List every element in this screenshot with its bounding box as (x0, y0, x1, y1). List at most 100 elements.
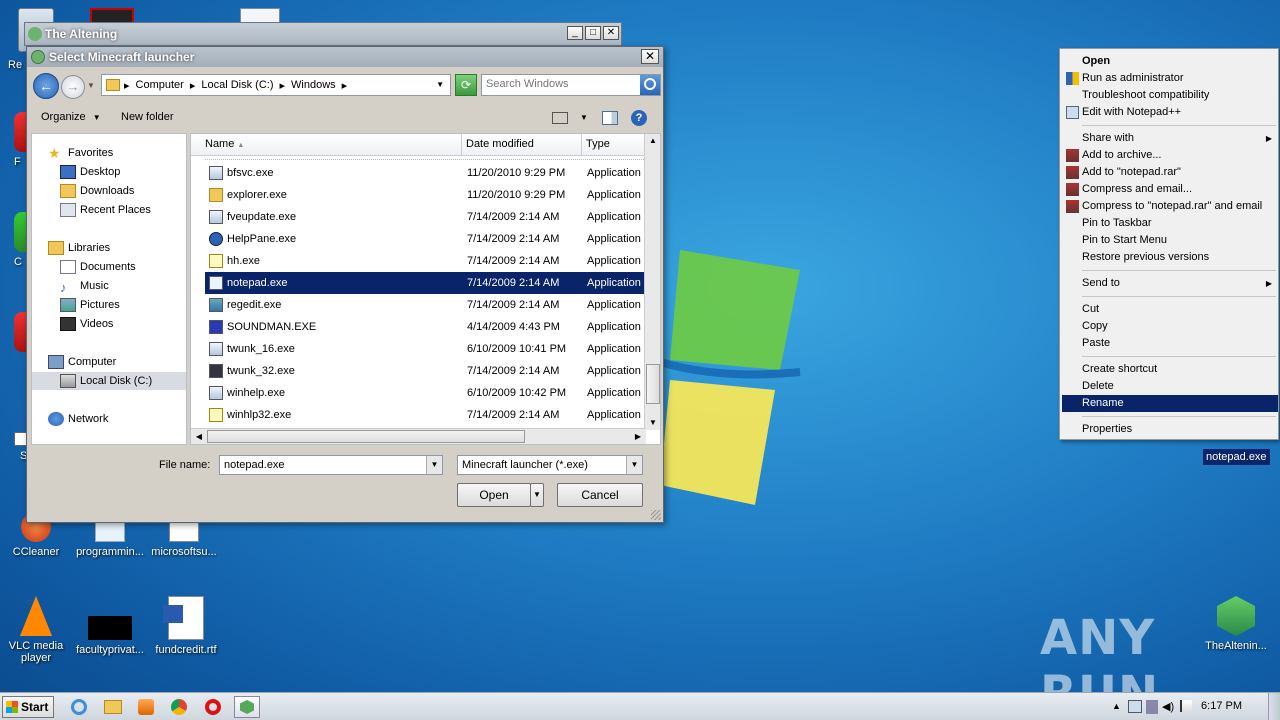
minimize-button[interactable]: _ (567, 26, 583, 40)
ie-icon[interactable] (66, 696, 92, 718)
address-dropdown-icon[interactable]: ▼ (436, 80, 444, 89)
resize-grip-icon[interactable] (651, 510, 661, 520)
start-button[interactable]: Start (2, 696, 54, 718)
nav-documents[interactable]: Documents (60, 258, 136, 276)
file-row[interactable]: winhelp.exe 6/10/2009 10:42 PM Application (205, 382, 646, 404)
menu-item-compress-rar-email[interactable]: Compress to "notepad.rar" and email (1062, 198, 1278, 215)
desktop-icon-vlc[interactable]: VLC media player (0, 596, 74, 664)
desktop-icon-fundcredit[interactable]: fundcredit.rtf (148, 596, 224, 656)
scroll-down-icon[interactable]: ▼ (646, 416, 660, 430)
menu-item-cut[interactable]: Cut (1062, 301, 1278, 318)
file-row[interactable]: fveupdate.exe 7/14/2009 2:14 AM Applicatio… (205, 206, 646, 228)
scrollbar-thumb[interactable] (646, 364, 660, 404)
nav-music[interactable]: ♪ Music (60, 277, 109, 295)
menu-item-edit-notepadpp[interactable]: Edit with Notepad++ (1062, 104, 1278, 121)
help-icon[interactable]: ? (631, 110, 647, 126)
file-row[interactable]: twunk_32.exe 7/14/2009 2:14 AM Application (205, 360, 646, 382)
opera-icon[interactable] (200, 696, 226, 718)
explorer-icon[interactable] (100, 696, 126, 718)
scroll-right-icon[interactable]: ▶ (631, 430, 645, 444)
scroll-up-icon[interactable]: ▲ (646, 134, 660, 148)
menu-item-compress-email[interactable]: Compress and email... (1062, 181, 1278, 198)
forward-button[interactable]: → (61, 75, 85, 99)
file-name-input[interactable]: notepad.exe (219, 455, 443, 475)
close-icon[interactable]: ✕ (641, 49, 659, 64)
menu-item-run-as-admin[interactable]: Run as administrator (1062, 70, 1278, 87)
show-hidden-icons-icon[interactable]: ▲ (1112, 701, 1121, 711)
menu-item-rename[interactable]: Rename (1062, 395, 1278, 412)
nav-favorites[interactable]: ★ Favorites (48, 144, 113, 162)
scrollbar-thumb[interactable] (207, 430, 525, 443)
menu-item-add-to-archive[interactable]: Add to archive... (1062, 147, 1278, 164)
menu-item-send-to[interactable]: Send to ▶ (1062, 275, 1278, 292)
action-center-flag-icon[interactable] (1180, 700, 1192, 712)
menu-item-paste[interactable]: Paste (1062, 335, 1278, 352)
breadcrumb-separator[interactable]: ▸ (342, 79, 348, 92)
menu-item-properties[interactable]: Properties (1062, 421, 1278, 438)
recent-pages-dropdown[interactable]: ▼ (87, 81, 95, 90)
search-box[interactable] (481, 74, 661, 96)
nav-network[interactable]: Network (48, 410, 108, 428)
file-name-dropdown-icon[interactable]: ▼ (426, 456, 442, 474)
show-desktop-button[interactable] (1268, 693, 1280, 720)
cancel-button[interactable]: Cancel (557, 483, 643, 507)
nav-computer[interactable]: Computer (48, 353, 116, 371)
preview-pane-icon[interactable] (602, 111, 618, 125)
maximize-button[interactable]: □ (585, 26, 601, 40)
file-type-select[interactable]: Minecraft launcher (*.exe) (457, 455, 643, 475)
refresh-button[interactable]: ⟳ (455, 74, 477, 96)
breadcrumb-computer[interactable]: Computer (136, 79, 184, 92)
scroll-left-icon[interactable]: ◀ (192, 430, 206, 444)
file-row[interactable]: explorer.exe 11/20/2010 9:29 PM Applicatio… (205, 184, 646, 206)
menu-item-create-shortcut[interactable]: Create shortcut (1062, 361, 1278, 378)
breadcrumb-windows[interactable]: Windows (291, 79, 336, 92)
menu-item-troubleshoot[interactable]: Troubleshoot compatibility (1062, 87, 1278, 104)
nav-pictures[interactable]: Pictures (60, 296, 120, 314)
chrome-icon[interactable] (166, 696, 192, 718)
dialog-titlebar[interactable]: Select Minecraft launcher ✕ (27, 47, 663, 67)
file-row[interactable]: HelpPane.exe 7/14/2009 2:14 AM Application (205, 228, 646, 250)
network-tray-icon[interactable] (1128, 700, 1142, 713)
nav-desktop[interactable]: Desktop (60, 163, 120, 181)
nav-libraries[interactable]: Libraries (48, 239, 110, 257)
breadcrumb-separator[interactable]: ▸ (190, 79, 196, 92)
file-row[interactable]: regedit.exe 7/14/2009 2:14 AM Application (205, 294, 646, 316)
desktop-selected-file-label[interactable]: notepad.exe (1203, 449, 1270, 465)
menu-item-delete[interactable]: Delete (1062, 378, 1278, 395)
menu-item-open[interactable]: Open (1062, 53, 1278, 70)
horizontal-scrollbar[interactable]: ◀ ▶ (191, 428, 646, 444)
organize-button[interactable]: Organize ▼ (41, 111, 101, 123)
volume-icon[interactable]: ◀) (1162, 700, 1174, 713)
menu-item-add-to-rar[interactable]: Add to "notepad.rar" (1062, 164, 1278, 181)
file-row[interactable]: winhlp32.exe 7/14/2009 2:14 AM Application (205, 404, 646, 426)
vertical-scrollbar[interactable]: ▲ ▼ (644, 134, 660, 430)
menu-item-restore-versions[interactable]: Restore previous versions (1062, 249, 1278, 266)
menu-item-pin-taskbar[interactable]: Pin to Taskbar (1062, 215, 1278, 232)
nav-recent-places[interactable]: Recent Places (60, 201, 151, 219)
menu-item-copy[interactable]: Copy (1062, 318, 1278, 335)
file-row-selected[interactable]: notepad.exe 7/14/2009 2:14 AM Application (205, 272, 646, 294)
new-folder-button[interactable]: New folder (121, 111, 174, 123)
column-name[interactable]: Name ▲ (205, 138, 244, 150)
altening-taskbar-icon[interactable] (234, 696, 260, 718)
file-row[interactable]: hh.exe 7/14/2009 2:14 AM Application (205, 250, 646, 272)
search-input[interactable] (486, 78, 636, 90)
breadcrumb-separator[interactable]: ▸ (124, 79, 130, 92)
open-button[interactable]: Open (457, 483, 531, 507)
breadcrumb-separator[interactable]: ▸ (279, 79, 285, 92)
search-icon[interactable] (640, 75, 660, 95)
open-dropdown-icon[interactable]: ▼ (530, 483, 544, 507)
breadcrumb-local-disk[interactable]: Local Disk (C:) (201, 79, 273, 92)
nav-local-disk[interactable]: Local Disk (C:) (32, 372, 186, 390)
column-type[interactable]: Type (586, 138, 610, 150)
the-altening-window[interactable]: The Altening _ □ ✕ (24, 22, 622, 46)
media-player-icon[interactable] (133, 696, 159, 718)
file-row[interactable]: twunk_16.exe 6/10/2009 10:41 PM Applicatio… (205, 338, 646, 360)
clock[interactable]: 6:17 PM (1201, 700, 1242, 712)
desktop-icon-facultyprivat[interactable]: facultyprivat... (72, 596, 148, 656)
address-bar[interactable]: ▸ Computer ▸ Local Disk (C:) ▸ Windows ▸… (101, 74, 451, 96)
column-date-modified[interactable]: Date modified (466, 138, 534, 150)
view-options-dropdown[interactable]: ▼ (580, 113, 588, 122)
menu-item-share-with[interactable]: Share with ▶ (1062, 130, 1278, 147)
security-tray-icon[interactable] (1146, 700, 1158, 714)
